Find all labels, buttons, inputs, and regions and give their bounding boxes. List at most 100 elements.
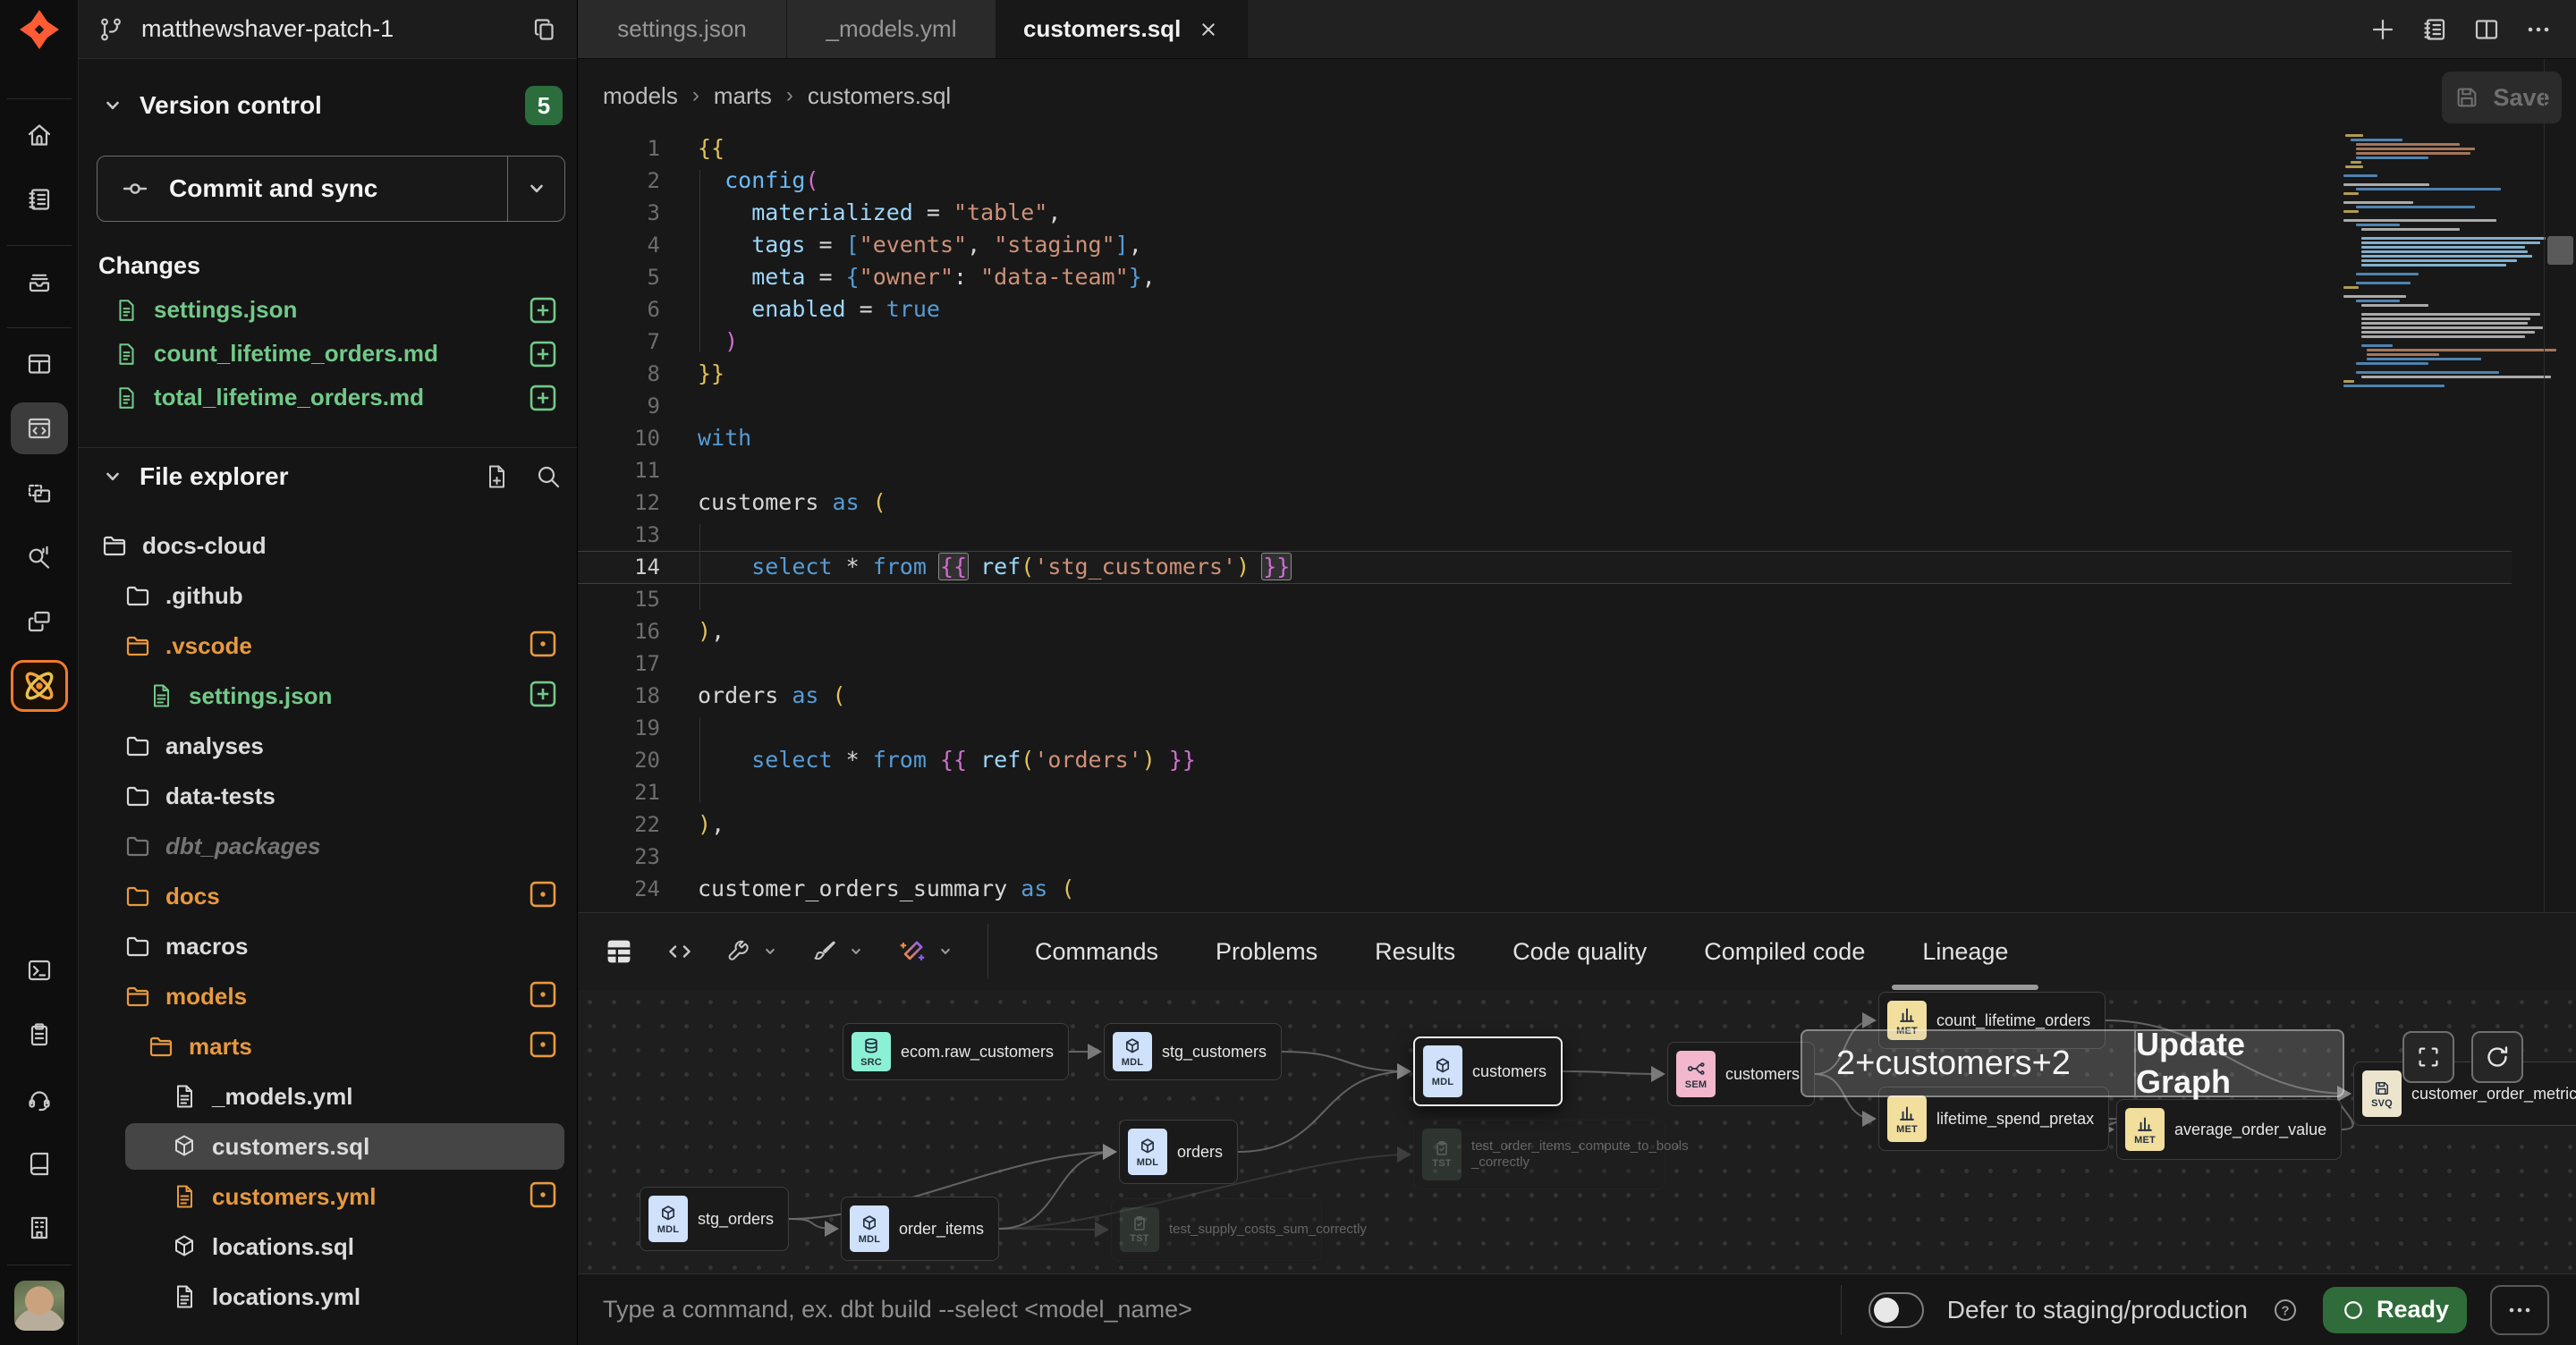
tree-item-settings-json[interactable]: settings.json [79, 671, 577, 721]
copy-icon[interactable] [530, 15, 559, 44]
lineage-node-order_items[interactable]: MDL order_items [841, 1197, 999, 1261]
code-area[interactable]: 1 {{ 2 config( 3 materialized = "table",… [578, 132, 2544, 912]
compile-code-icon[interactable] [665, 937, 694, 966]
new-file-icon[interactable] [482, 462, 511, 491]
tree-item-macros[interactable]: macros [79, 921, 577, 971]
rail-item-selection[interactable] [11, 467, 68, 519]
lineage-canvas[interactable]: SRC ecom.raw_customers MDL stg_customers… [578, 990, 2576, 1273]
preview-table-icon[interactable] [603, 935, 635, 968]
code-line[interactable]: 14 select * from {{ ref('stg_customers')… [578, 551, 2544, 583]
lineage-node-stg_orders[interactable]: MDL stg_orders [640, 1187, 789, 1251]
rail-item-clipboard[interactable] [11, 1009, 68, 1061]
rail-item-inbox[interactable] [11, 256, 68, 308]
rail-item-support-headset[interactable] [11, 1073, 68, 1125]
code-line[interactable]: 15 [578, 583, 2544, 615]
breadcrumb-item[interactable]: marts [714, 82, 772, 110]
panel-tab-commands[interactable]: Commands [1035, 913, 1158, 990]
minimap[interactable] [2343, 134, 2544, 389]
code-line[interactable]: 7 ) [578, 326, 2544, 358]
rail-item-home[interactable] [11, 109, 68, 161]
breadcrumb-item[interactable]: models [603, 82, 678, 110]
commit-and-sync-button[interactable]: Commit and sync [97, 156, 565, 222]
editor-tab-settings-json[interactable]: settings.json [578, 0, 787, 58]
tree-item-locations-yml[interactable]: locations.yml [79, 1272, 577, 1322]
changed-file-row[interactable]: settings.json [79, 288, 577, 332]
tree-item--github[interactable]: .github [79, 571, 577, 621]
code-line[interactable]: 17 [578, 647, 2544, 680]
tree-item-analyses[interactable]: analyses [79, 721, 577, 771]
editor-tab--models-yml[interactable]: _models.yml [787, 0, 996, 58]
code-line[interactable]: 6 enabled = true [578, 293, 2544, 326]
stage-file-icon[interactable] [527, 382, 559, 414]
code-line[interactable]: 13 [578, 519, 2544, 551]
lineage-node-customers_sem[interactable]: SEM customers [1667, 1042, 1815, 1106]
panel-tab-compiled-code[interactable]: Compiled code [1704, 913, 1865, 990]
lineage-node-test_supply[interactable]: TST test_supply_costs_sum_correctly [1111, 1198, 1322, 1261]
panel-tab-code-quality[interactable]: Code quality [1513, 913, 1647, 990]
code-line[interactable]: 2 config( [578, 165, 2544, 197]
rail-item-dashboard-grid[interactable] [11, 338, 68, 390]
version-control-header[interactable]: Version control 5 [79, 82, 577, 129]
lineage-selector-input[interactable]: 2+customers+2 [1802, 1031, 2134, 1095]
more-actions-icon[interactable] [2524, 15, 2553, 44]
defer-toggle[interactable] [1868, 1292, 1924, 1328]
code-line[interactable]: 9 [578, 390, 2544, 422]
code-line[interactable]: 3 materialized = "table", [578, 197, 2544, 229]
editor-scrollbar[interactable] [2544, 59, 2576, 912]
build-wrench-icon[interactable] [724, 937, 753, 966]
lineage-node-customers[interactable]: MDL customers [1413, 1036, 1563, 1106]
new-tab-icon[interactable] [2368, 15, 2397, 44]
lineage-node-stg_customers[interactable]: MDL stg_customers [1104, 1023, 1282, 1080]
code-line[interactable]: 1 {{ [578, 132, 2544, 165]
user-avatar[interactable] [14, 1281, 64, 1331]
tree-item-dbt-packages[interactable]: dbt_packages [79, 821, 577, 871]
stage-file-icon[interactable] [527, 294, 559, 326]
rail-item-ide-window[interactable] [11, 402, 68, 454]
code-line[interactable]: 23 [578, 841, 2544, 873]
code-line[interactable]: 4 tags = ["events", "staging"], [578, 229, 2544, 261]
refresh-graph-button[interactable] [2471, 1031, 2523, 1083]
update-graph-button[interactable]: Update Graph [2134, 1031, 2343, 1095]
code-line[interactable]: 19 [578, 712, 2544, 744]
lineage-node-test_order_items[interactable]: TST test_order_items_compute_to_bools _c… [1413, 1120, 1665, 1189]
tree-item--models-yml[interactable]: _models.yml [79, 1071, 577, 1121]
changed-file-row[interactable]: count_lifetime_orders.md [79, 332, 577, 376]
code-line[interactable]: 10 with [578, 422, 2544, 454]
rail-item-terminal[interactable] [11, 944, 68, 996]
editor-tab-customers-sql[interactable]: customers.sql [996, 0, 1248, 58]
branch-selector[interactable]: matthewshaver-patch-1 [79, 0, 577, 59]
rail-item-notebook[interactable] [11, 173, 68, 225]
stage-file-icon[interactable] [527, 678, 559, 715]
command-bar-menu-button[interactable] [2490, 1285, 2549, 1335]
stage-file-icon[interactable] [527, 338, 559, 370]
code-line[interactable]: 11 [578, 454, 2544, 486]
code-line[interactable]: 21 [578, 776, 2544, 808]
rail-item-insights-search[interactable] [11, 531, 68, 583]
panel-tab-lineage[interactable]: Lineage [1922, 913, 2008, 990]
tree-item-marts[interactable]: marts [79, 1021, 577, 1071]
scrollbar-thumb[interactable] [2547, 236, 2573, 265]
tree-item-docs[interactable]: docs [79, 871, 577, 921]
command-input[interactable]: Type a command, ex. dbt build --select <… [603, 1296, 1841, 1324]
lineage-node-orders[interactable]: MDL orders [1119, 1120, 1238, 1184]
code-line[interactable]: 8 }} [578, 358, 2544, 390]
lineage-node-raw_customers[interactable]: SRC ecom.raw_customers [843, 1023, 1069, 1080]
rail-item-dbt-copilot-atom[interactable] [11, 660, 68, 712]
code-line[interactable]: 22 ), [578, 808, 2544, 841]
lineage-node-avg_order[interactable]: MET average_order_value [2116, 1099, 2342, 1160]
tree-item-data-tests[interactable]: data-tests [79, 771, 577, 821]
rail-item-docs-book[interactable] [11, 1138, 68, 1189]
dbt-logo-icon[interactable] [0, 0, 79, 59]
format-brush-icon[interactable] [810, 937, 839, 966]
code-line[interactable]: 24 customer_orders_summary as ( [578, 873, 2544, 905]
panel-tab-problems[interactable]: Problems [1216, 913, 1318, 990]
fullscreen-button[interactable] [2402, 1031, 2454, 1083]
tree-item--vscode[interactable]: .vscode [79, 621, 577, 671]
changed-file-row[interactable]: total_lifetime_orders.md [79, 376, 577, 419]
code-line[interactable]: 5 meta = {"owner": "data-team"}, [578, 261, 2544, 293]
copilot-magic-icon[interactable] [896, 935, 928, 968]
code-line[interactable]: 20 select * from {{ ref('orders') }} [578, 744, 2544, 776]
split-editor-icon[interactable] [2472, 15, 2501, 44]
close-tab-icon[interactable] [1197, 18, 1220, 41]
rail-item-organization[interactable] [11, 1202, 68, 1254]
